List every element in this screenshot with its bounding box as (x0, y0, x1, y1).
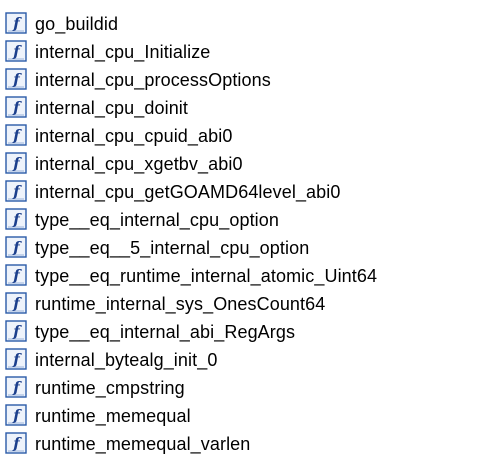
function-name: type__eq_runtime_internal_atomic_Uint64 (35, 266, 378, 286)
function-icon: f (5, 124, 27, 146)
function-icon: f (5, 376, 27, 398)
function-icon: f (5, 292, 27, 314)
function-icon: f (5, 180, 27, 202)
function-list-item[interactable]: f runtime_memequal (0, 402, 482, 430)
function-name: type__eq__5_internal_cpu_option (35, 238, 310, 258)
function-name: type__eq_internal_cpu_option (35, 210, 279, 230)
function-icon: f (5, 320, 27, 342)
function-list-item[interactable]: f internal_cpu_xgetbv_abi0 (0, 150, 482, 178)
function-icon: f (5, 236, 27, 258)
function-icon: f (5, 432, 27, 454)
function-name: internal_cpu_processOptions (35, 70, 271, 90)
function-list-item[interactable]: f internal_cpu_doinit (0, 94, 482, 122)
function-icon: f (5, 348, 27, 370)
function-list-item[interactable]: f internal_cpu_getGOAMD64level_abi0 (0, 178, 482, 206)
function-icon: f (5, 152, 27, 174)
function-name: internal_cpu_getGOAMD64level_abi0 (35, 182, 341, 202)
function-name: internal_cpu_Initialize (35, 42, 211, 62)
function-list-item[interactable]: f internal_cpu_Initialize (0, 38, 482, 66)
function-list-item[interactable]: f internal_cpu_cpuid_abi0 (0, 122, 482, 150)
function-name: internal_bytealg_init_0 (35, 350, 218, 370)
function-name: internal_cpu_doinit (35, 98, 189, 118)
function-name: runtime_cmpstring (35, 378, 185, 398)
function-icon: f (5, 40, 27, 62)
function-list-item[interactable]: f runtime_cmpstring (0, 374, 482, 402)
function-icon: f (5, 68, 27, 90)
function-icon: f (5, 96, 27, 118)
function-icon: f (5, 12, 27, 34)
function-list-item[interactable]: f internal_bytealg_init_0 (0, 346, 482, 374)
function-name: runtime_internal_sys_OnesCount64 (35, 294, 326, 314)
function-list-item[interactable]: f runtime_internal_sys_OnesCount64 (0, 290, 482, 318)
function-list-item[interactable]: f type__eq__5_internal_cpu_option (0, 234, 482, 262)
function-list-item[interactable]: f type__eq_internal_abi_RegArgs (0, 318, 482, 346)
function-icon: f (5, 264, 27, 286)
function-list-item[interactable]: f runtime_memequal_varlen (0, 430, 482, 458)
function-list-item[interactable]: f type__eq_runtime_internal_atomic_Uint6… (0, 262, 482, 290)
function-list-item[interactable]: f go_buildid (0, 10, 482, 38)
function-name: internal_cpu_cpuid_abi0 (35, 126, 233, 146)
function-icon: f (5, 208, 27, 230)
function-name: internal_cpu_xgetbv_abi0 (35, 154, 243, 174)
function-name: go_buildid (35, 14, 119, 34)
function-list: f go_buildid f internal_cpu_Initialize f… (0, 10, 482, 458)
function-list-item[interactable]: f type__eq_internal_cpu_option (0, 206, 482, 234)
function-name: runtime_memequal_varlen (35, 434, 251, 454)
function-name: type__eq_internal_abi_RegArgs (35, 322, 296, 342)
function-list-item[interactable]: f internal_cpu_processOptions (0, 66, 482, 94)
function-name: runtime_memequal (35, 406, 191, 426)
function-icon: f (5, 404, 27, 426)
